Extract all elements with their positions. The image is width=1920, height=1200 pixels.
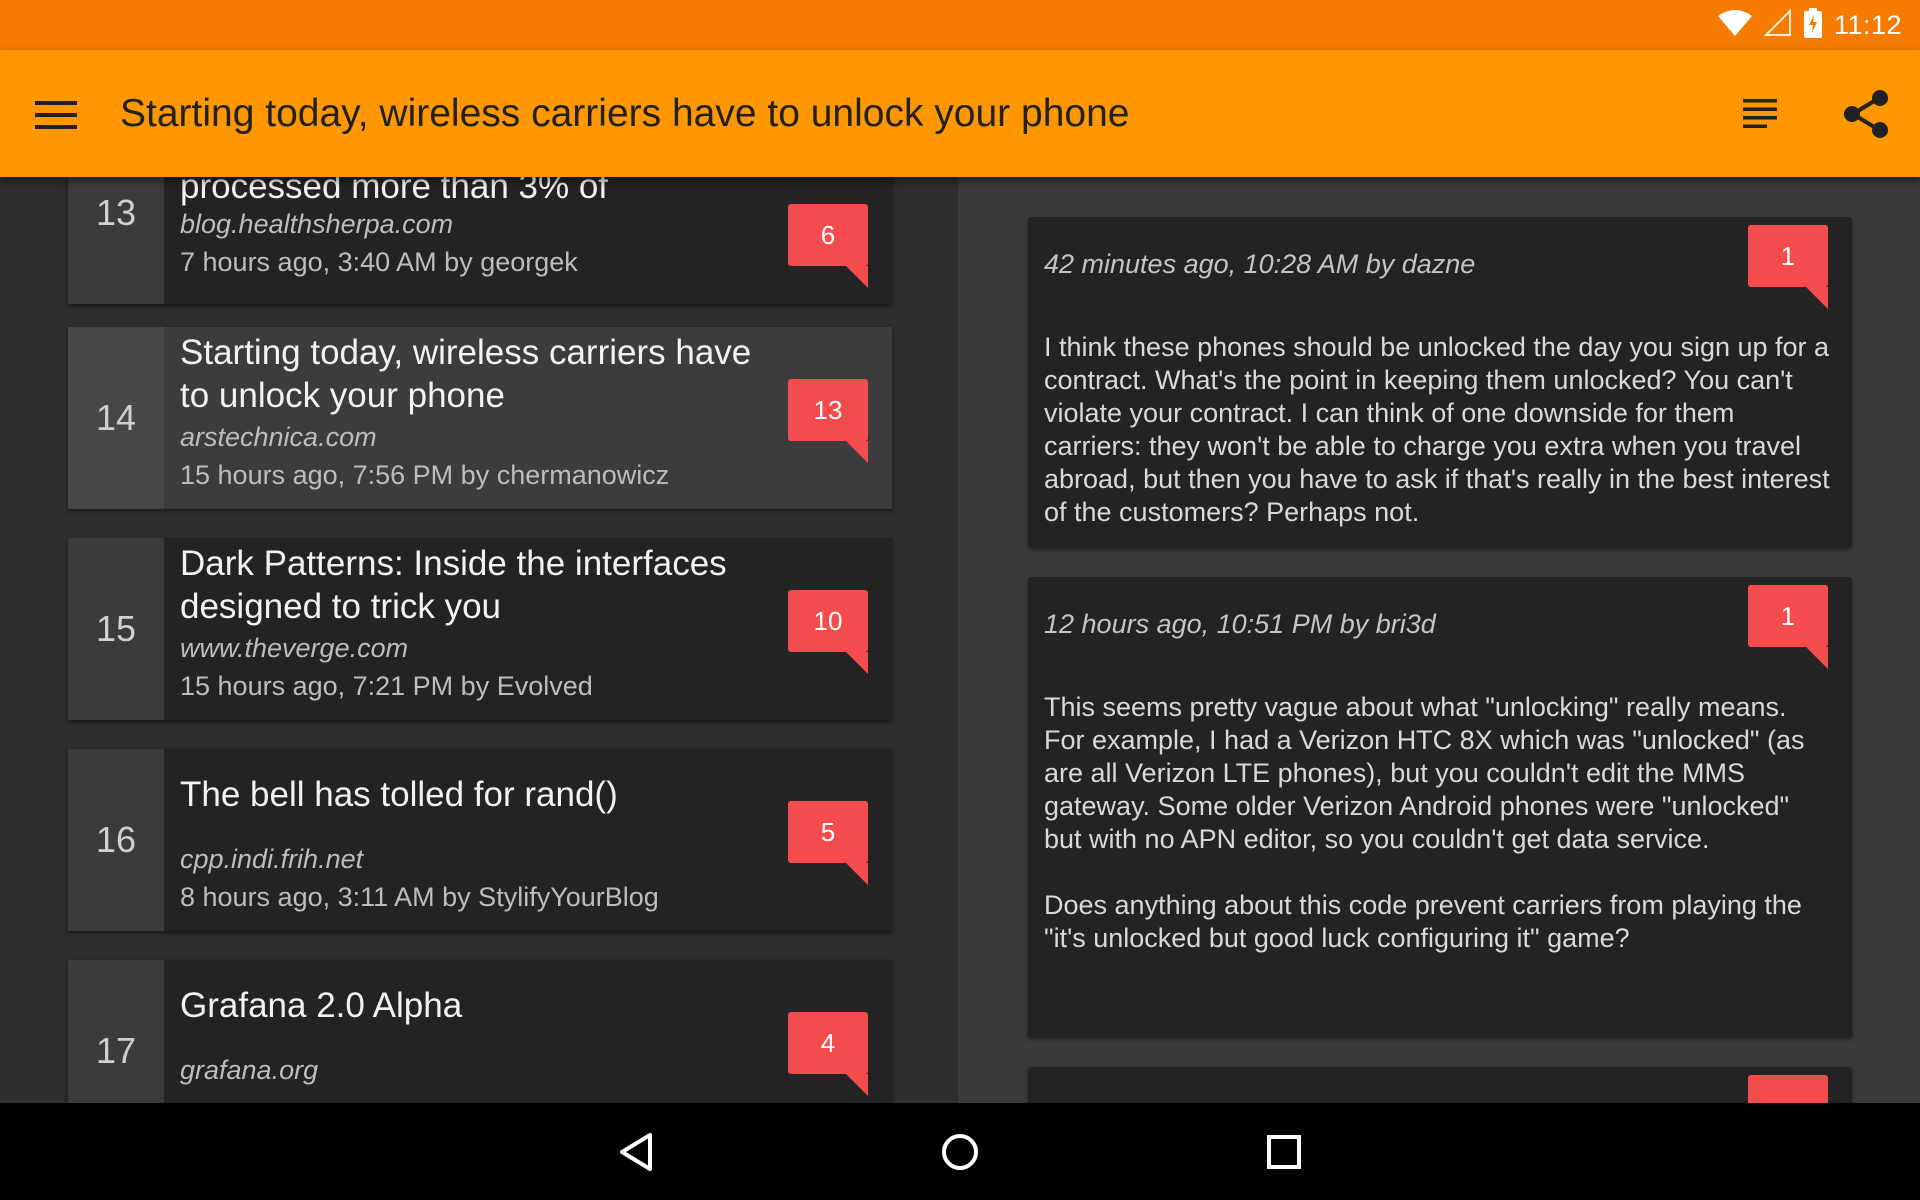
story-domain: www.theverge.com [180, 633, 409, 663]
story-title: Grafana 2.0 Alpha [180, 986, 463, 1025]
story-title: Starting today, wireless carriers have t… [180, 333, 752, 415]
home-icon[interactable] [932, 1127, 988, 1177]
story-title: The bell has tolled for rand() [180, 775, 618, 814]
comment-meta: 12 hours ago, 10:51 PM by bri3d [1044, 609, 1436, 639]
story-meta: 15 hours ago, 7:56 PM by chermanowicz [180, 460, 670, 490]
menu-icon[interactable] [30, 95, 82, 135]
comment-meta: 42 minutes ago, 10:28 AM by dazne [1044, 249, 1476, 279]
comment-card[interactable]: 12 hours ago, 10:51 PM by bri3d 1 This s… [1028, 577, 1852, 1037]
comment-count-badge[interactable]: 10 [788, 590, 868, 674]
comment-count-badge[interactable]: 4 [788, 1012, 868, 1096]
story-domain: blog.healthsherpa.com [180, 209, 454, 239]
story-item[interactable]: 14 Starting today, wireless carriers hav… [68, 327, 892, 509]
comment-text: This seems pretty vague about what "unlo… [1044, 692, 1805, 953]
comment-count-badge[interactable]: 5 [788, 801, 868, 885]
reply-count-badge[interactable] [1748, 1075, 1828, 1103]
reply-count-badge[interactable]: 1 [1748, 585, 1828, 669]
story-rank: 16 [68, 749, 164, 931]
comment-count-badge[interactable]: 13 [788, 379, 868, 463]
cell-signal-icon [1763, 8, 1792, 42]
wifi-icon [1717, 9, 1752, 41]
story-item[interactable]: 16 The bell has tolled for rand() cpp.in… [68, 749, 892, 931]
story-domain: arstechnica.com [180, 422, 377, 452]
page-title: Starting today, wireless carriers have t… [120, 92, 1130, 135]
reader-icon[interactable] [1732, 86, 1788, 142]
story-item[interactable]: 15 Dark Patterns: Inside the interfaces … [68, 538, 892, 720]
story-list[interactable]: 13 processed more than 3% of blog.health… [0, 177, 958, 1103]
battery-charging-icon [1803, 7, 1822, 43]
status-time: 11:12 [1833, 9, 1902, 40]
comment-text: I think these phones should be unlocked … [1044, 332, 1830, 527]
back-icon[interactable] [608, 1127, 664, 1177]
story-domain: cpp.indi.frih.net [180, 844, 364, 874]
comment-count-badge[interactable]: 6 [788, 204, 868, 288]
story-title: Dark Patterns: Inside the interfaces des… [180, 544, 727, 626]
story-item[interactable]: 13 processed more than 3% of blog.health… [68, 177, 892, 304]
status-bar: 11:12 [0, 0, 1920, 50]
comment-card[interactable] [1028, 1067, 1852, 1103]
story-title: processed more than 3% of [180, 177, 609, 206]
content: 13 processed more than 3% of blog.health… [0, 177, 1920, 1103]
status-icons: 11:12 [1717, 0, 1902, 50]
story-rank: 13 [68, 177, 164, 304]
story-meta: 7 hours ago, 3:40 AM by georgek [180, 247, 578, 277]
comments-pane[interactable]: 42 minutes ago, 10:28 AM by dazne 1 I th… [958, 177, 1920, 1103]
story-rank: 14 [68, 327, 164, 509]
story-item[interactable]: 17 Grafana 2.0 Alpha grafana.org 4 [68, 960, 892, 1103]
story-rank: 17 [68, 960, 164, 1103]
recents-icon[interactable] [1256, 1127, 1312, 1177]
share-icon[interactable] [1838, 86, 1894, 142]
comment-card[interactable]: 42 minutes ago, 10:28 AM by dazne 1 I th… [1028, 217, 1852, 547]
story-meta: 15 hours ago, 7:21 PM by Evolved [180, 671, 593, 701]
story-domain: grafana.org [180, 1055, 319, 1085]
story-rank: 15 [68, 538, 164, 720]
app-bar: Starting today, wireless carriers have t… [0, 50, 1920, 177]
story-meta: 8 hours ago, 3:11 AM by StylifyYourBlog [180, 882, 659, 912]
reply-count-badge[interactable]: 1 [1748, 225, 1828, 309]
navigation-bar [0, 1103, 1920, 1200]
